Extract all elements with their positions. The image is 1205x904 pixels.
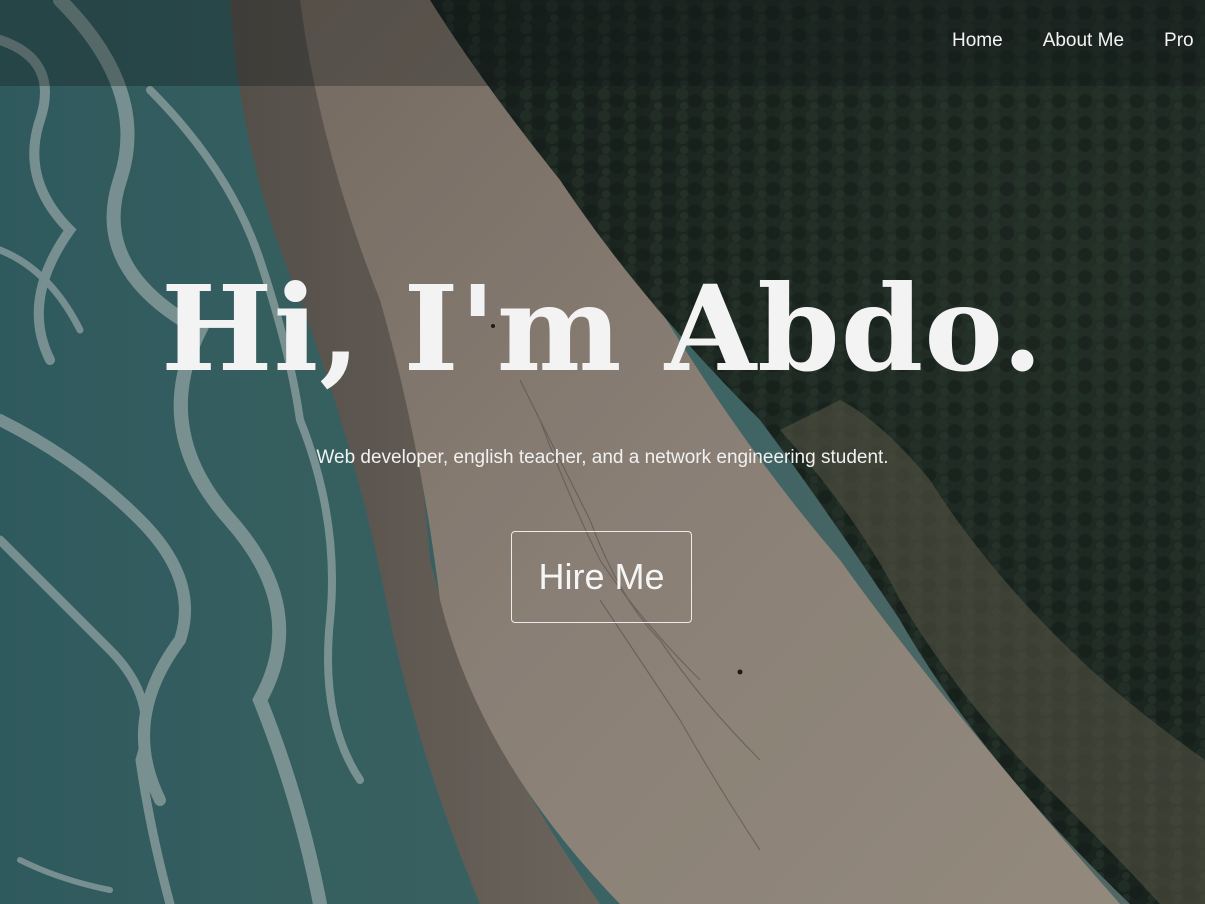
hero-title: Hi, I'm Abdo. <box>160 259 1045 398</box>
page: Home About Me Pro Hi, I'm Abdo. Web deve… <box>0 0 1205 904</box>
nav-item-projects[interactable]: Pro <box>1164 30 1194 52</box>
nav-links: Home About Me Pro <box>952 30 1194 52</box>
nav-item-home[interactable]: Home <box>952 30 1003 52</box>
hero-subtitle: Web developer, english teacher, and a ne… <box>316 447 889 468</box>
navbar: Home About Me Pro <box>0 0 1205 86</box>
hire-me-button[interactable]: Hire Me <box>511 531 692 623</box>
nav-item-about-me[interactable]: About Me <box>1043 30 1124 52</box>
